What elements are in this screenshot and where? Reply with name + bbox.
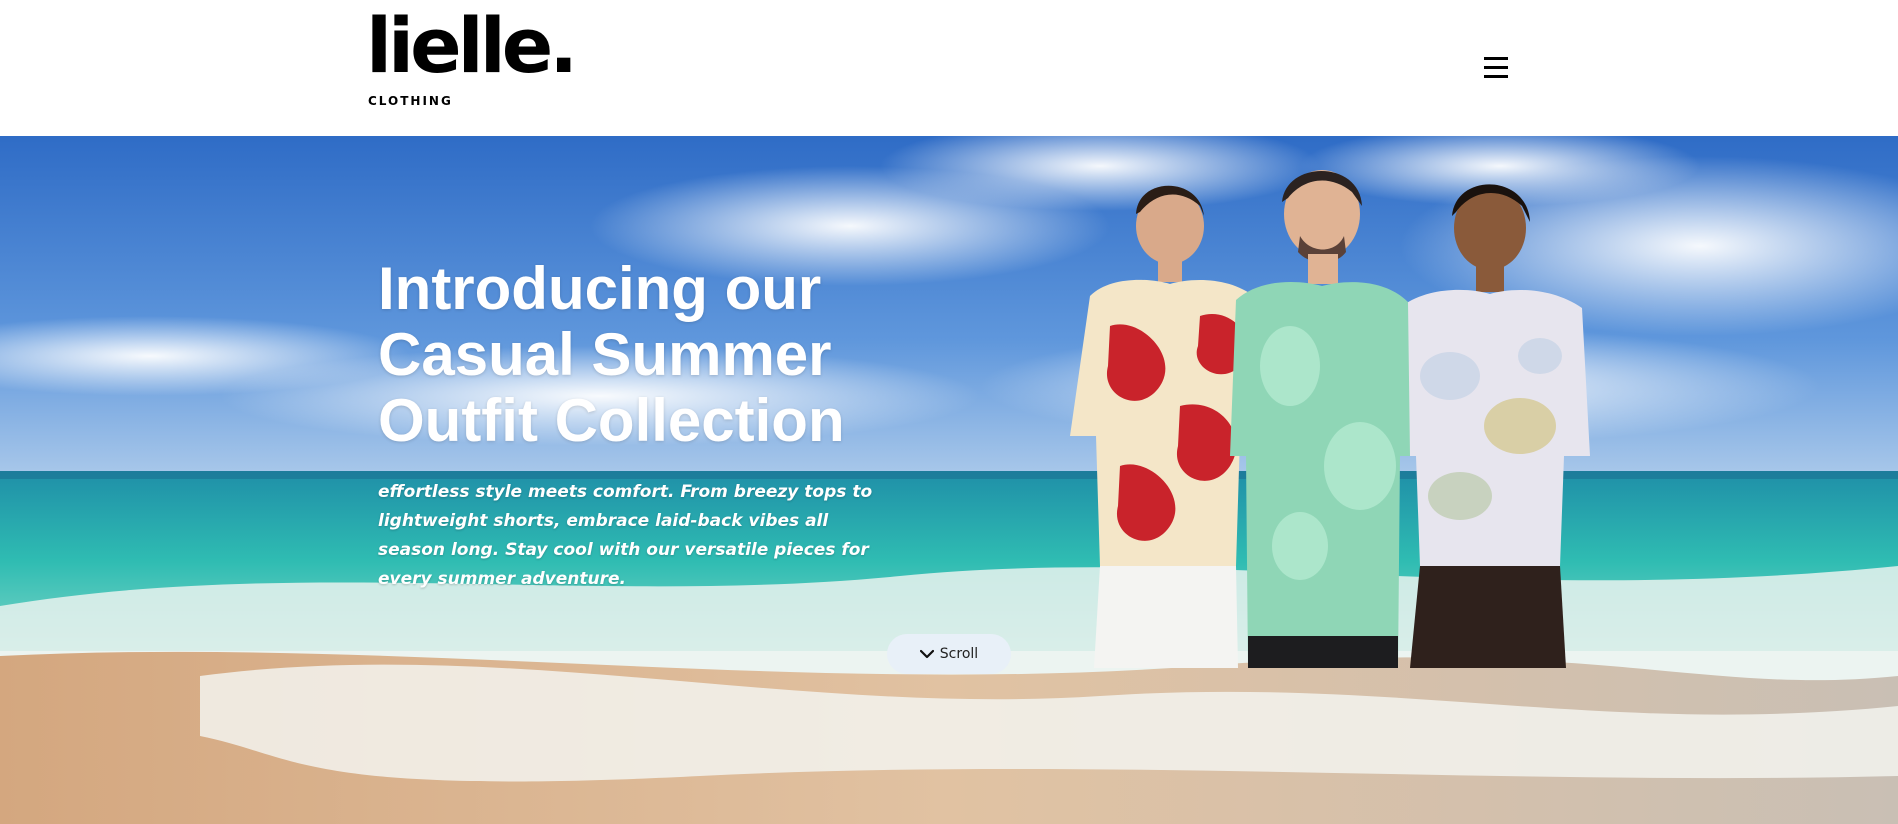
hero-title: Introducing our Casual Summer Outfit Col…: [378, 255, 845, 454]
logo-wordmark: lielle.: [366, 1, 578, 90]
beach-background-image: [0, 136, 1898, 824]
site-header: lielle. CLOTHING: [0, 0, 1898, 136]
scroll-label: Scroll: [939, 646, 979, 662]
scroll-button[interactable]: Scroll: [887, 634, 1011, 674]
model-right: [1390, 184, 1590, 668]
hamburger-menu-icon[interactable]: [1480, 54, 1510, 82]
hero-description: effortless style meets comfort. From bre…: [378, 482, 873, 589]
logo-subtitle: CLOTHING: [368, 94, 453, 108]
brand-logo[interactable]: lielle. CLOTHING: [366, 8, 578, 109]
hero-section: Introducing our Casual Summer Outfit Col…: [0, 136, 1898, 824]
chevron-down-icon: [919, 649, 934, 659]
models-photo: [1070, 170, 1590, 668]
model-center: [1230, 170, 1410, 668]
